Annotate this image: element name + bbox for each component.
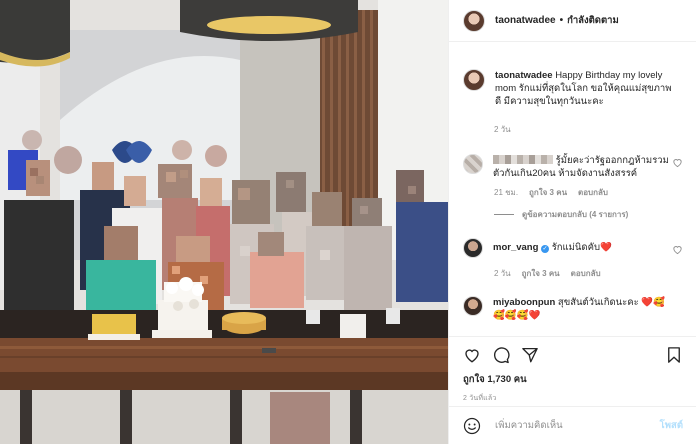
comment-meta: 2 วัน ถูกใจ 3 คน ตอบกลับ: [494, 267, 683, 280]
comment-likes[interactable]: ถูกใจ 3 คน: [522, 267, 560, 280]
caption-block: taonatwadee Happy Birthday my lovely mom…: [463, 69, 683, 136]
comment-age: 2 วัน: [494, 269, 511, 278]
caption-meta: 2 วัน: [494, 123, 683, 136]
caption-age: 2 วัน: [494, 125, 511, 134]
comment-author-avatar[interactable]: [463, 296, 483, 316]
caption-text-wrap: taonatwadee Happy Birthday my lovely mom…: [495, 69, 675, 108]
caption-row: taonatwadee Happy Birthday my lovely mom…: [463, 69, 683, 108]
comment-text-wrap: รู้มั้ยคะว่ารัฐออกกฎห้ามรวมตัวกันเกิน20ค…: [493, 154, 673, 180]
share-send-icon[interactable]: [521, 346, 539, 364]
like-heart-icon[interactable]: [463, 346, 481, 364]
comment-reply-button[interactable]: ตอบกลับ: [578, 186, 608, 199]
post-date: 2 วันที่แล้ว: [463, 395, 497, 402]
post-side-panel: taonatwadee • กำลังติดตาม taonatwadee Ha…: [448, 0, 696, 444]
blurred-username[interactable]: [493, 155, 553, 164]
comment-row: รู้มั้ยคะว่ารัฐออกกฎห้ามรวมตัวกันเกิน20ค…: [463, 154, 683, 180]
comment-username[interactable]: mor_vang: [493, 242, 538, 253]
comment-reply-button[interactable]: ตอบกลับ: [571, 267, 601, 280]
author-username[interactable]: taonatwadee: [495, 15, 556, 26]
comment-text-wrap: miyaboonpun สุขสันต์วันเกิดนะคะ ❤️🥰🥰🥰🥰❤️: [493, 296, 673, 322]
birthday-party-photo: [0, 0, 448, 444]
view-replies-button[interactable]: ดูข้อความตอบกลับ (4 รายการ): [494, 208, 683, 221]
post-actions: ถูกใจ 1,730 คน 2 วันที่แล้ว: [449, 336, 696, 402]
action-icons: [463, 345, 683, 365]
comment-author-avatar[interactable]: [463, 238, 483, 258]
emoji-icon[interactable]: [463, 417, 481, 435]
comment-age: 21 ชม.: [494, 188, 519, 197]
comment: รู้มั้ยคะว่ารัฐออกกฎห้ามรวมตัวกันเกิน20ค…: [463, 154, 683, 221]
caption-username[interactable]: taonatwadee: [495, 70, 553, 81]
header-separator: •: [559, 15, 564, 26]
comment-username[interactable]: miyaboonpun: [493, 297, 555, 308]
comment-row: miyaboonpun สุขสันต์วันเกิดนะคะ ❤️🥰🥰🥰🥰❤️: [463, 296, 683, 322]
comment-text: รักแม่นิดคับ❤️: [551, 242, 612, 253]
post-comment-button[interactable]: โพสต์: [660, 418, 683, 433]
view-replies-label: ดูข้อความตอบกลับ (4 รายการ): [522, 210, 629, 219]
comment-text-wrap: mor_vang ✓ รักแม่นิดคับ❤️: [493, 238, 673, 258]
comment-meta: 21 ชม. ถูกใจ 3 คน ตอบกลับ: [494, 186, 683, 199]
comment-input[interactable]: เพิ่มความคิดเห็น: [495, 418, 660, 433]
comment: mor_vang ✓ รักแม่นิดคับ❤️ 2 วัน ถูกใจ 3 …: [463, 238, 683, 280]
comment-bubble-icon[interactable]: [492, 346, 510, 364]
verified-badge-icon: ✓: [541, 245, 550, 253]
comment-author-avatar[interactable]: [463, 154, 483, 174]
caption-author-avatar[interactable]: [463, 69, 485, 91]
comment-likes[interactable]: ถูกใจ 3 คน: [529, 186, 567, 199]
following-button[interactable]: กำลังติดตาม: [567, 13, 619, 28]
post-photo[interactable]: [0, 0, 448, 444]
comment-like-heart-icon[interactable]: [672, 244, 683, 255]
bookmark-save-icon[interactable]: [665, 346, 683, 364]
comment-like-heart-icon[interactable]: [672, 157, 683, 168]
replies-divider: [494, 214, 514, 215]
author-avatar[interactable]: [463, 9, 485, 32]
post-header: taonatwadee • กำลังติดตาม: [449, 0, 696, 42]
post-like-count[interactable]: ถูกใจ 1,730 คน: [463, 372, 683, 387]
comment-composer: เพิ่มความคิดเห็น โพสต์: [449, 406, 696, 444]
comment: miyaboonpun สุขสันต์วันเกิดนะคะ ❤️🥰🥰🥰🥰❤️: [463, 296, 683, 322]
comment-row: mor_vang ✓ รักแม่นิดคับ❤️: [463, 238, 683, 258]
comments-list[interactable]: taonatwadee Happy Birthday my lovely mom…: [449, 43, 696, 336]
